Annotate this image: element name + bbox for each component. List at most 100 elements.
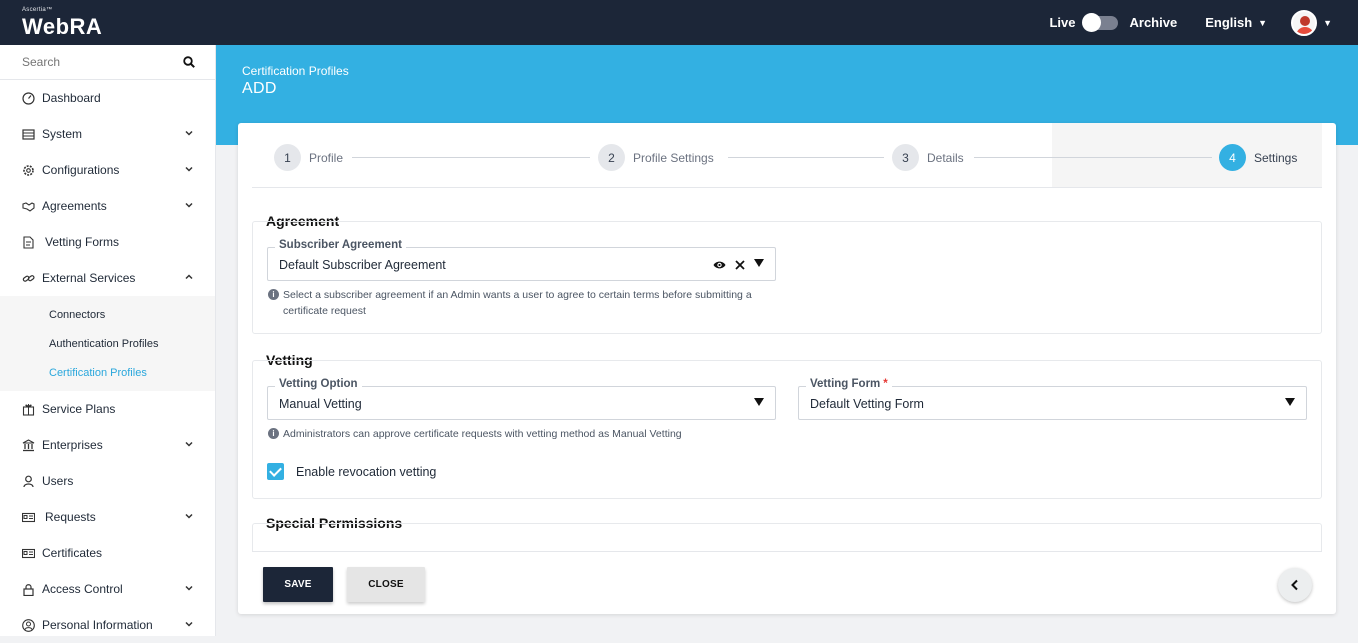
step-settings[interactable]: 4 Settings (1219, 144, 1297, 171)
link-icon (22, 274, 35, 282)
search-icon[interactable] (183, 56, 195, 68)
gear-icon (23, 164, 34, 176)
step-label: Profile Settings (633, 150, 714, 165)
sidebar-item-label: Enterprises (42, 438, 103, 452)
field-value: Default Subscriber Agreement (279, 258, 446, 272)
stepper: 1 Profile 2 Profile Settings 3 Details 4… (252, 123, 1322, 188)
step-connector (974, 157, 1212, 158)
logo[interactable]: Ascertia™ WebRA (22, 7, 102, 39)
chevron-down-icon[interactable] (185, 201, 193, 209)
sidebar-item-service-plans[interactable]: Service Plans (0, 391, 215, 427)
vetting-form-select[interactable]: Vetting Form * Default Vetting Form (798, 378, 1307, 420)
chevron-down-icon[interactable] (185, 512, 193, 520)
step-connector (728, 157, 884, 158)
close-icon[interactable] (735, 260, 745, 270)
search-input[interactable] (22, 55, 172, 69)
handshake-icon (22, 201, 35, 212)
sidebar-item-external-services[interactable]: External Services (0, 260, 215, 296)
special-permissions-section (252, 523, 1322, 551)
chevron-down-icon[interactable] (185, 165, 193, 173)
footer-divider (252, 551, 1322, 552)
sidebar-item-label: Dashboard (42, 91, 101, 105)
sidebar-item-agreements[interactable]: Agreements (0, 188, 215, 224)
revocation-vetting-checkbox[interactable] (267, 463, 284, 480)
archive-label: Archive (1129, 15, 1178, 30)
certificate-icon (22, 548, 35, 558)
step-details[interactable]: 3 Details (892, 144, 964, 171)
sidebar-item-label: Service Plans (42, 402, 116, 416)
form-icon (23, 235, 34, 249)
sidebar-item-system[interactable]: System (0, 116, 215, 152)
chevron-up-icon[interactable] (185, 273, 193, 281)
chevron-down-icon[interactable] (185, 584, 193, 592)
sidebar-item-label: Agreements (42, 199, 107, 213)
person-icon (22, 618, 35, 632)
sidebar-item-label: External Services (42, 271, 136, 285)
sidebar-subitem-authentication-profiles[interactable]: Authentication Profiles (0, 329, 215, 358)
dropdown-arrow-icon[interactable] (754, 398, 764, 406)
live-label: Live (1049, 15, 1076, 30)
collapse-button[interactable] (1278, 568, 1312, 602)
sidebar-item-dashboard[interactable]: Dashboard (0, 80, 215, 116)
sidebar-item-vetting-forms[interactable]: Vetting Forms (0, 224, 215, 260)
avatar[interactable] (1291, 9, 1318, 36)
breadcrumb[interactable]: Certification Profiles (242, 64, 349, 78)
user-icon (23, 475, 34, 487)
subscriber-agreement-select[interactable]: Subscriber Agreement Default Subscriber … (267, 239, 776, 281)
agreement-helper-text: i Select a subscriber agreement if an Ad… (268, 287, 778, 319)
sidebar-item-requests[interactable]: Requests (0, 499, 215, 535)
chevron-left-icon (1291, 579, 1298, 591)
vetting-option-select[interactable]: Vetting Option Manual Vetting (267, 378, 776, 420)
sidebar-item-label: Users (42, 474, 74, 488)
sidebar-item-enterprises[interactable]: Enterprises (0, 427, 215, 463)
sidebar-item-access-control[interactable]: Access Control (0, 571, 215, 607)
requests-icon (22, 512, 35, 522)
sidebar-item-label: Requests (45, 510, 96, 524)
field-label: Vetting Option (275, 378, 362, 390)
top-bar: Ascertia™ WebRA Live Archive English ▼ ▼ (0, 0, 1358, 45)
save-button[interactable]: SAVE (263, 567, 333, 602)
info-icon: i (268, 428, 279, 439)
sidebar-item-personal-information[interactable]: Personal Information (0, 607, 215, 643)
sidebar-item-label: System (42, 127, 83, 141)
step-number: 2 (598, 144, 625, 171)
sidebar-subitem-connectors[interactable]: Connectors (0, 300, 215, 329)
eye-icon[interactable] (713, 260, 726, 270)
sidebar-item-configurations[interactable]: Configurations (0, 152, 215, 188)
step-label: Details (927, 150, 964, 165)
sidebar-item-users[interactable]: Users (0, 463, 215, 499)
vetting-helper-text: i Administrators can approve certificate… (268, 426, 788, 442)
user-menu-caret-icon[interactable]: ▼ (1323, 18, 1332, 28)
field-label: Subscriber Agreement (275, 239, 406, 251)
close-button[interactable]: CLOSE (347, 567, 425, 602)
language-selector[interactable]: English (1205, 15, 1252, 30)
dropdown-arrow-icon[interactable] (1285, 398, 1295, 406)
sidebar-item-label: Personal Information (42, 618, 153, 632)
language-caret-icon[interactable]: ▼ (1258, 18, 1267, 28)
step-profile[interactable]: 1 Profile (274, 144, 343, 171)
vetting-form-label: Vetting Form (810, 378, 881, 390)
step-profile-settings[interactable]: 2 Profile Settings (598, 144, 714, 171)
sidebar-subitem-certification-profiles[interactable]: Certification Profiles (0, 358, 215, 387)
field-value: Manual Vetting (279, 397, 362, 411)
toggle-knob (1081, 12, 1101, 32)
sidebar-item-certificates[interactable]: Certificates (0, 535, 215, 571)
chevron-down-icon[interactable] (185, 440, 193, 448)
dashboard-icon (22, 91, 35, 105)
step-label: Profile (309, 150, 344, 165)
wizard-card: 1 Profile 2 Profile Settings 3 Details 4… (238, 123, 1336, 614)
external-services-submenu: Connectors Authentication Profiles Certi… (0, 296, 215, 391)
helper-text: Administrators can approve certificate r… (283, 428, 682, 440)
dropdown-arrow-icon[interactable] (754, 259, 764, 267)
system-icon (22, 128, 35, 140)
chevron-down-icon[interactable] (185, 620, 193, 628)
info-icon: i (268, 289, 279, 300)
step-label: Settings (1254, 150, 1298, 165)
sidebar-item-label: Vetting Forms (45, 235, 120, 249)
sidebar-search (0, 45, 215, 80)
chevron-down-icon[interactable] (185, 129, 193, 137)
revocation-vetting-label[interactable]: Enable revocation vetting (296, 465, 436, 479)
field-label: Vetting Form * (806, 378, 892, 390)
live-archive-toggle[interactable] (1081, 12, 1118, 32)
sidebar-item-label: Access Control (42, 582, 123, 596)
